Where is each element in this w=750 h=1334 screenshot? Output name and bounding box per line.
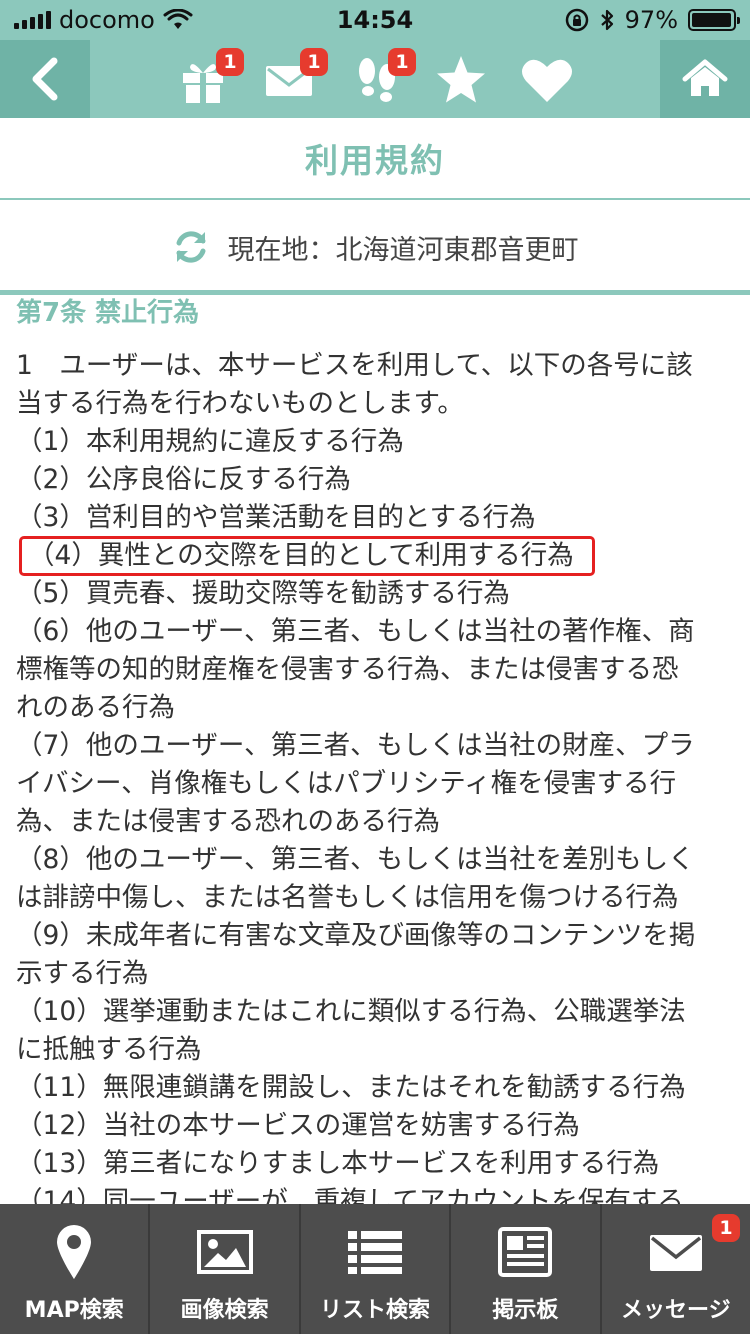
- envelope-icon: [649, 1235, 702, 1271]
- favorite-star-button[interactable]: [434, 54, 488, 106]
- highlighted-line-wrap: （4）異性との交際を目的として利用する行為: [16, 536, 738, 576]
- page-title-bar: 利用規約: [0, 118, 750, 200]
- messages-badge: 1: [712, 1214, 741, 1242]
- section-title: 第7条 禁止行為: [16, 298, 200, 328]
- text-line: 標権等の知的財産権を侵害する行為、または侵害する恐: [16, 654, 679, 685]
- text-line: イバシー、肖像権もしくはパブリシティ権を侵害する行: [16, 768, 677, 799]
- refresh-icon[interactable]: [172, 228, 210, 266]
- mail-button[interactable]: 1: [262, 48, 328, 106]
- tab-messages[interactable]: メッセージ 1: [602, 1204, 750, 1334]
- like-heart-button[interactable]: [520, 54, 574, 106]
- battery-icon: [688, 9, 740, 31]
- text-line: （9）未成年者に有害な文章及び画像等のコンテンツを掲: [16, 920, 696, 951]
- tab-bulletin-board[interactable]: 掲示板: [451, 1204, 602, 1334]
- star-icon: [437, 56, 485, 103]
- status-right: 97%: [565, 6, 740, 34]
- text-line: 示する行為: [16, 958, 149, 989]
- text-line: （2）公序良俗に反する行為: [16, 464, 351, 495]
- text-line: （5）買売春、援助交際等を勧誘する行為: [16, 578, 510, 609]
- text-line: れのある行為: [16, 692, 175, 723]
- text-line: （13）第三者になりすまし本サービスを利用する行為: [16, 1148, 660, 1179]
- text-line: は誹謗中傷し、または名誉もしくは信用を傷つける行為: [16, 882, 679, 913]
- battery-percent: 97%: [624, 6, 678, 34]
- newspaper-icon: [498, 1227, 553, 1277]
- prohibited-acts-text: 1 ユーザーは、本サービスを利用して、以下の各号に該 当する行為を行わないものと…: [16, 347, 738, 1205]
- chevron-left-icon: [32, 57, 58, 101]
- list-icon: [348, 1231, 403, 1274]
- status-bar: docomo 14:54 97%: [0, 0, 750, 40]
- mail-badge: 1: [300, 48, 328, 76]
- text-line: 1 ユーザーは、本サービスを利用して、以下の各号に該: [16, 350, 693, 381]
- tab-map-search[interactable]: MAP検索: [0, 1204, 151, 1334]
- tab-label: 掲示板: [492, 1298, 559, 1323]
- footprint-badge: 1: [388, 48, 416, 76]
- home-button[interactable]: [660, 40, 750, 118]
- text-line: 為、または侵害する恐れのある行為: [16, 806, 440, 837]
- text-line: （11）無限連鎖講を開設し、またはそれを勧誘する行為: [16, 1072, 686, 1103]
- text-line: （12）当社の本サービスの運営を妨害する行為: [16, 1110, 580, 1141]
- text-line: に抵触する行為: [16, 1034, 202, 1065]
- rotation-lock-icon: [565, 8, 588, 32]
- tab-label: メッセージ: [621, 1298, 731, 1323]
- bluetooth-icon: [600, 9, 613, 31]
- footprint-button[interactable]: 1: [350, 48, 416, 106]
- tab-label: リスト検索: [320, 1298, 431, 1323]
- highlighted-line: （4）異性との交際を目的として利用する行為: [19, 536, 595, 576]
- text-line: （7）他のユーザー、第三者、もしくは当社の財産、プラ: [16, 730, 695, 761]
- text-line: （8）他のユーザー、第三者、もしくは当社を差別もしく: [16, 844, 695, 875]
- back-button[interactable]: [0, 40, 90, 118]
- bottom-tab-bar: MAP検索 画像検索 リスト検索 掲示板 メッセージ 1: [0, 1204, 750, 1334]
- text-line: （10）選挙運動またはこれに類似する行為、公職選挙法: [16, 996, 686, 1027]
- nav-bar: 1 1 1: [0, 40, 750, 118]
- tab-label: MAP検索: [24, 1298, 124, 1323]
- terms-content[interactable]: 第7条 禁止行為 1 ユーザーは、本サービスを利用して、以下の各号に該 当する行…: [16, 295, 738, 1205]
- text-line: 当する行為を行わないものとします。: [16, 388, 464, 419]
- heart-icon: [522, 59, 572, 102]
- text-line: （14）同一ユーザーが、重複してアカウントを保有する: [16, 1186, 684, 1205]
- text-line: （3）営利目的や営業活動を目的とする行為: [16, 502, 536, 533]
- gift-button[interactable]: 1: [176, 48, 244, 106]
- map-pin-icon: [57, 1225, 92, 1279]
- home-icon: [682, 59, 728, 96]
- page-title: 利用規約: [305, 141, 445, 180]
- current-location: 現在地：北海道河東郡音更町: [0, 202, 750, 292]
- gift-badge: 1: [216, 48, 244, 76]
- image-icon: [196, 1230, 253, 1274]
- text-line: （1）本利用規約に違反する行為: [16, 426, 404, 457]
- tab-label: 画像検索: [180, 1298, 269, 1323]
- location-text: 現在地：北海道河東郡音更町: [227, 234, 579, 266]
- tab-list-search[interactable]: リスト検索: [301, 1204, 452, 1334]
- text-line: （6）他のユーザー、第三者、もしくは当社の著作権、商: [16, 616, 695, 647]
- tab-image-search[interactable]: 画像検索: [150, 1204, 301, 1334]
